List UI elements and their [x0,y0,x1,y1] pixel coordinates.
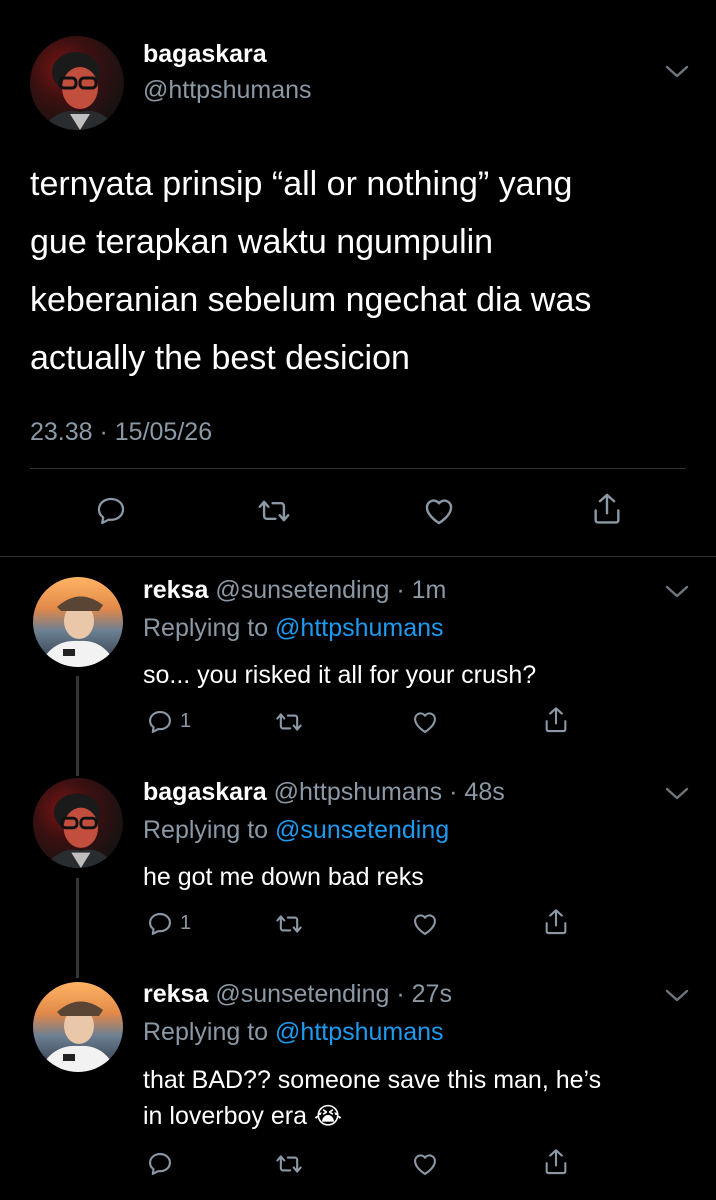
reply-time[interactable]: · 48s [449,778,505,806]
tweet-text-line: ternyata prinsip “all or nothing” yang [30,165,573,203]
tweet-text-line: keberanian sebelum ngechat dia was [30,281,592,319]
reply-header: bagaskara @httpshumans · 48s [143,778,505,807]
retweet-icon[interactable] [254,494,294,528]
retweet-icon[interactable] [272,910,306,938]
reply-text-line-with-emoji: in loverboy era 😭 [143,1098,601,1135]
replying-to-link[interactable]: @sunsetending [275,816,449,844]
reply-time[interactable]: · 1m [396,576,446,604]
like-icon[interactable] [410,708,440,736]
reply-text-line: he got me down bad reks [143,863,424,891]
reply-icon[interactable] [146,708,174,736]
chevron-down-icon[interactable] [664,584,690,600]
reply-text-line: that BAD?? someone save this man, he’s [143,1066,602,1094]
retweet-icon[interactable] [272,708,306,736]
reply-text-line: in loverboy era [143,1102,307,1130]
replying-to: Replying to @httpshumans [143,1018,444,1047]
avatar-bagaskara[interactable] [30,36,124,130]
reply-count: 1 [180,912,192,934]
replying-label: Replying to [143,1018,269,1046]
author-name[interactable]: bagaskara [143,40,267,69]
divider [0,556,716,557]
tweet-timestamp[interactable]: 23.38 · 15/05/26 [30,418,212,447]
tweet-text-line: gue terapkan waktu ngumpulin [30,223,494,261]
retweet-icon[interactable] [272,1150,306,1178]
reply-text: that BAD?? someone save this man, he’s i… [143,1062,601,1135]
replying-to-link[interactable]: @httpshumans [275,614,444,642]
reply-author-handle[interactable]: @httpshumans [274,778,443,806]
reply-text: he got me down bad reks [143,860,424,894]
reply-author-name[interactable]: reksa [143,576,208,604]
chevron-down-icon[interactable] [664,988,690,1004]
avatar-reksa[interactable] [33,982,123,1072]
replying-to: Replying to @httpshumans [143,614,444,643]
avatar-bagaskara[interactable] [33,778,123,868]
tweet-text: ternyata prinsip “all or nothing” yang g… [30,155,690,387]
share-icon[interactable] [542,704,570,736]
reply-icon[interactable] [146,910,174,938]
reply-time[interactable]: · 27s [396,980,452,1008]
reply-author-handle[interactable]: @sunsetending [215,980,389,1008]
replying-to-link[interactable]: @httpshumans [275,1018,444,1046]
reply-author-handle[interactable]: @sunsetending [215,576,389,604]
reply-icon[interactable] [94,494,128,528]
like-icon[interactable] [410,1150,440,1178]
reply-icon[interactable] [146,1150,174,1178]
thread-line [76,676,79,776]
share-icon[interactable] [542,1146,570,1178]
reply-header: reksa @sunsetending · 1m [143,576,446,605]
author-handle[interactable]: @httpshumans [143,76,312,105]
share-icon[interactable] [542,906,570,938]
tweet-text-line: actually the best desicion [30,339,410,377]
reply-count: 1 [180,710,192,732]
reply-header: reksa @sunsetending · 27s [143,980,452,1009]
crying-face-emoji: 😭 [313,1103,342,1130]
reply-author-name[interactable]: reksa [143,980,208,1008]
divider [30,468,686,469]
replying-to: Replying to @sunsetending [143,816,449,845]
replying-label: Replying to [143,816,269,844]
reply-author-name[interactable]: bagaskara [143,778,267,806]
thread-line [76,878,79,978]
reply-text: so... you risked it all for your crush? [143,658,536,692]
avatar-reksa[interactable] [33,577,123,667]
chevron-down-icon[interactable] [664,786,690,802]
like-icon[interactable] [410,910,440,938]
replying-label: Replying to [143,614,269,642]
reply-text-line: so... you risked it all for your crush? [143,661,537,689]
like-icon[interactable] [421,494,457,528]
share-icon[interactable] [590,490,624,528]
chevron-down-icon[interactable] [664,64,690,80]
